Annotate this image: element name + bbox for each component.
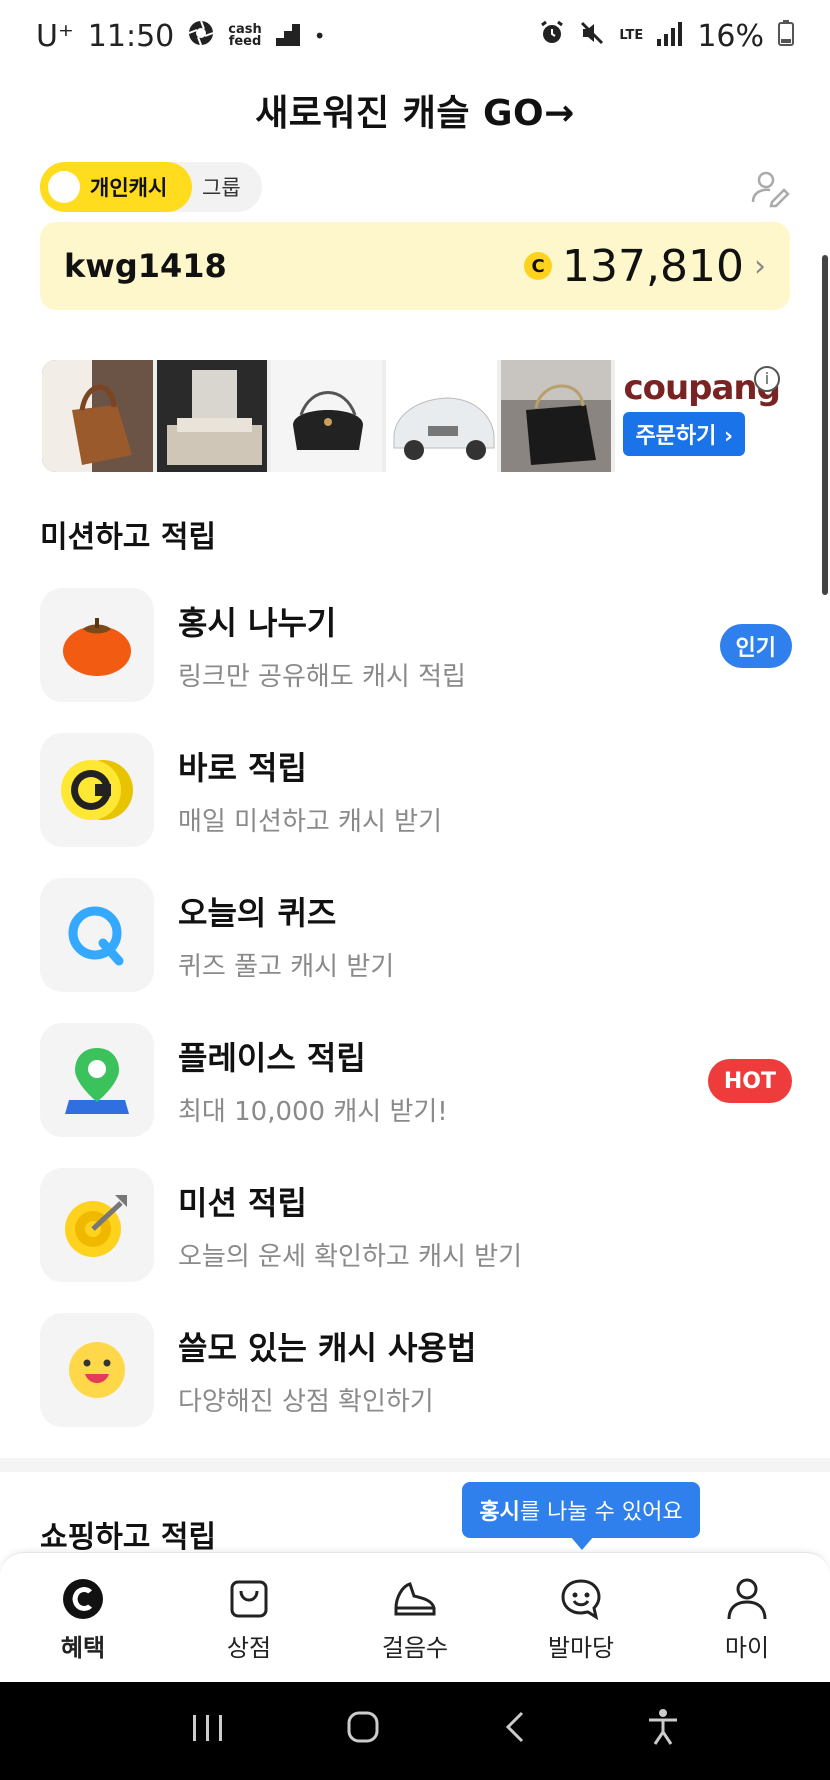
- ad-product-chain-bag-image[interactable]: [500, 360, 612, 472]
- order-button[interactable]: 주문하기 ›: [623, 412, 746, 456]
- hot-badge: HOT: [707, 1059, 792, 1103]
- mission-item-mission[interactable]: 미션 적립 오늘의 운세 확인하고 캐시 받기: [40, 1168, 800, 1282]
- alarm-icon: [539, 19, 565, 54]
- sneaker-icon: [392, 1576, 438, 1622]
- toggle-personal-cash[interactable]: 개인캐시: [40, 162, 192, 212]
- status-bar: U⁺ 11:50 cash feed • LTE 16%: [0, 0, 830, 72]
- dot-icon: •: [313, 24, 326, 48]
- clock: 11:50: [87, 18, 175, 54]
- mission-item-instant[interactable]: 바로 적립 매일 미션하고 캐시 받기: [40, 733, 800, 847]
- toggle-personal-label: 개인캐시: [90, 176, 168, 200]
- mission-item-cash-usage[interactable]: 쓸모 있는 캐시 사용법 다양해진 상점 확인하기: [40, 1313, 800, 1427]
- ad-product-car-cover-image[interactable]: [386, 360, 497, 472]
- mission-item-place[interactable]: 플레이스 적립 최대 10,000 캐시 받기! HOT: [40, 1023, 800, 1137]
- mission-title: 미션 적립: [178, 1183, 307, 1222]
- target-icon: [40, 1168, 154, 1282]
- mission-title: 플레이스 적립: [178, 1038, 366, 1077]
- persimmon-icon: [40, 588, 154, 702]
- profile-edit-icon[interactable]: [750, 168, 790, 208]
- nav-label: 혜택: [60, 1634, 106, 1662]
- mission-item-quiz[interactable]: 오늘의 퀴즈 퀴즈 풀고 캐시 받기: [40, 878, 800, 992]
- system-nav-bar: [0, 1682, 830, 1780]
- capsule-banner-link[interactable]: 새로워진 캐슬 GO→: [0, 84, 830, 136]
- coupang-ad[interactable]: coupang 주문하기 › i: [615, 360, 788, 472]
- nav-yard[interactable]: 발마당: [516, 1576, 646, 1663]
- shopping-bag-icon: [226, 1576, 272, 1622]
- recent-apps-icon[interactable]: [191, 1711, 225, 1752]
- mission-item-hongsi[interactable]: 홍시 나누기 링크만 공유해도 캐시 적립 인기: [40, 588, 800, 702]
- nav-label: 발마당: [547, 1634, 615, 1662]
- mission-subtitle: 최대 10,000 캐시 받기!: [178, 1096, 448, 1127]
- toggle-group-label[interactable]: 그룹: [202, 172, 241, 202]
- shopping-section-title: 쇼핑하고 적립: [40, 1520, 217, 1555]
- cashfeed-icon: cash feed: [228, 22, 262, 49]
- accessibility-icon[interactable]: [647, 1708, 679, 1755]
- nav-label: 마이: [724, 1634, 770, 1662]
- quiz-icon: [40, 878, 154, 992]
- cash-type-toggle[interactable]: 개인캐시 그룹: [40, 162, 262, 212]
- person-icon: [724, 1576, 770, 1622]
- username: kwg1418: [64, 247, 227, 285]
- cash-coin-icon: [60, 1576, 106, 1622]
- nav-benefits[interactable]: 혜택: [18, 1576, 148, 1663]
- nav-store[interactable]: 상점: [184, 1576, 314, 1663]
- scrollbar[interactable]: [822, 255, 828, 595]
- ad-product-bedroom-image[interactable]: [156, 360, 268, 472]
- mission-subtitle: 다양해진 상점 확인하기: [178, 1386, 434, 1417]
- mission-subtitle: 링크만 공유해도 캐시 적립: [178, 661, 466, 692]
- mission-title: 바로 적립: [178, 748, 307, 787]
- ad-product-bag-image[interactable]: [42, 360, 153, 472]
- chevron-right-icon: ›: [754, 248, 766, 284]
- mission-title: 오늘의 퀴즈: [178, 893, 337, 932]
- tooltip-tail: [570, 1536, 594, 1550]
- mission-subtitle: 오늘의 운세 확인하고 캐시 받기: [178, 1241, 523, 1272]
- cash-amount: 137,810: [562, 240, 744, 292]
- map-pin-icon: [40, 1023, 154, 1137]
- info-icon[interactable]: i: [753, 366, 780, 392]
- popular-badge: 인기: [719, 624, 792, 668]
- coin-icon: [40, 733, 154, 847]
- mission-subtitle: 퀴즈 풀고 캐시 받기: [178, 951, 395, 982]
- toggle-knob: [48, 171, 80, 203]
- status-left: U⁺ 11:50 cash feed •: [36, 19, 326, 54]
- battery-icon: [778, 19, 794, 54]
- nav-label: 걸음수: [381, 1634, 449, 1662]
- chat-smile-icon: [558, 1576, 604, 1622]
- bottom-nav: 혜택 상점 걸음수 발마당 마이: [0, 1552, 830, 1682]
- mission-title: 쓸모 있는 캐시 사용법: [178, 1328, 477, 1367]
- mute-icon: [579, 19, 605, 54]
- smiley-icon: [40, 1313, 154, 1427]
- nav-steps[interactable]: 걸음수: [350, 1576, 480, 1663]
- ad-banner[interactable]: coupang 주문하기 › i: [42, 360, 788, 472]
- tooltip-text: 를 나눌 수 있어요: [519, 1500, 683, 1525]
- back-icon[interactable]: [502, 1710, 526, 1753]
- ad-product-crossbag-image[interactable]: [271, 360, 383, 472]
- cash-balance-card[interactable]: kwg1418 C 137,810 ›: [40, 222, 790, 310]
- nav-my[interactable]: 마이: [682, 1576, 812, 1663]
- coin-icon: C: [524, 252, 553, 280]
- nav-label: 상점: [226, 1634, 272, 1662]
- stairs-icon: [275, 19, 300, 54]
- home-icon[interactable]: [346, 1710, 380, 1753]
- status-right: LTE 16%: [539, 19, 794, 54]
- tooltip-bold: 홍시: [479, 1500, 520, 1525]
- mission-section-title: 미션하고 적립: [40, 520, 217, 555]
- section-divider: [0, 1458, 830, 1472]
- mission-title: 홍시 나누기: [178, 603, 337, 642]
- mission-subtitle: 매일 미션하고 캐시 받기: [178, 806, 442, 837]
- aperture-icon: [188, 20, 214, 53]
- lte-label: LTE: [619, 28, 644, 43]
- battery-percent: 16%: [697, 18, 764, 54]
- cash-balance: C 137,810 ›: [524, 241, 766, 292]
- hongsi-tooltip[interactable]: 홍시 를 나눌 수 있어요: [462, 1482, 700, 1538]
- signal-icon: [657, 19, 683, 54]
- carrier-label: U⁺: [36, 18, 74, 54]
